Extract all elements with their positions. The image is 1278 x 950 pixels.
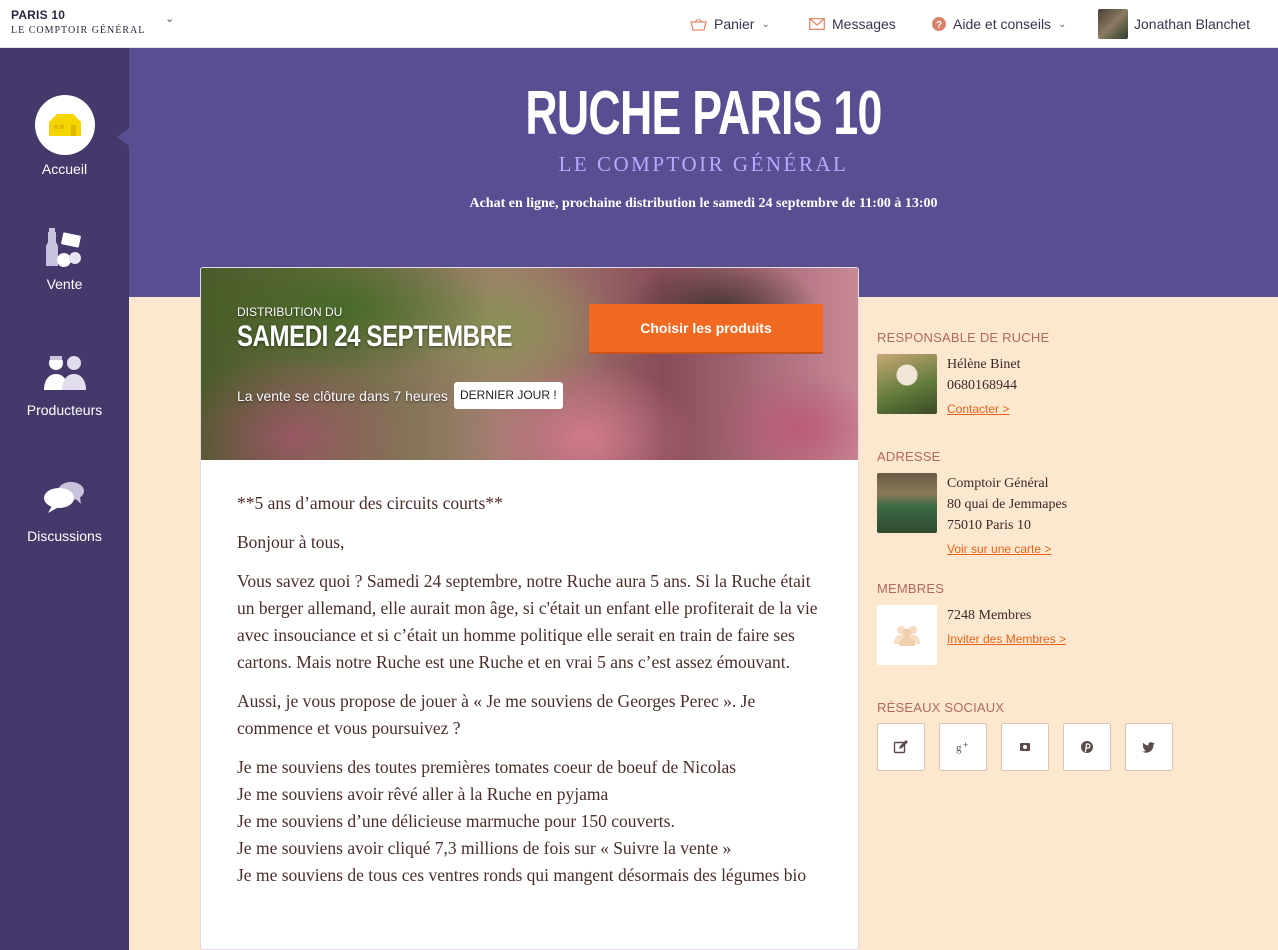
- help-icon: ?: [932, 17, 946, 31]
- memory-line: Je me souviens de tous ces ventres ronds…: [237, 865, 807, 885]
- avatar: [1098, 9, 1128, 39]
- user-name: Jonathan Blanchet: [1134, 16, 1250, 32]
- google-plus-icon[interactable]: g +: [939, 723, 987, 771]
- address-line: Comptoir Général: [947, 476, 1049, 491]
- vegetables-banner-image: DISTRIBUTION DU SAMEDI 24 SEPTEMBRE La v…: [201, 268, 858, 460]
- article-paragraph: **5 ans d’amour des circuits courts**: [237, 493, 503, 513]
- sale-icon: [0, 226, 129, 270]
- hive-subtitle: LE COMPTOIR GÉNÉRAL: [11, 25, 146, 36]
- svg-text:+: +: [963, 740, 968, 750]
- article-paragraph: Aussi, je vous propose de jouer à « Je m…: [237, 691, 756, 738]
- map-link[interactable]: Voir sur une carte >: [947, 539, 1051, 560]
- help-label: Aide et conseils: [953, 16, 1052, 32]
- hive-header: RUCHE PARIS 10 LE COMPTOIR GÉNÉRAL Achat…: [129, 48, 1278, 297]
- sidebar-item-accueil[interactable]: Accueil: [0, 95, 129, 177]
- pinterest-icon[interactable]: [1063, 723, 1111, 771]
- section-heading: MEMBRES: [877, 581, 945, 596]
- sidebar-item-label: Discussions: [27, 528, 102, 544]
- home-icon: [34, 95, 95, 155]
- memory-line: Je me souviens avoir cliqué 7,3 millions…: [237, 838, 732, 858]
- venue-photo: [877, 473, 937, 533]
- article-paragraph: Bonjour à tous,: [237, 532, 345, 552]
- discussions-icon: [0, 478, 129, 522]
- members-section: MEMBRES 7248 Membres Inviter des Membres…: [877, 581, 1207, 665]
- choose-products-button[interactable]: Choisir les produits: [589, 304, 823, 352]
- last-day-badge: DERNIER JOUR !: [454, 382, 563, 409]
- chevron-down-icon: ⌄: [1058, 18, 1067, 30]
- messages-link[interactable]: Messages: [809, 0, 896, 48]
- distribution-info: Achat en ligne, prochaine distribution l…: [469, 196, 938, 211]
- memory-line: Je me souviens des toutes premières toma…: [237, 757, 737, 777]
- memories-list: Je me souviens des toutes premières toma…: [237, 754, 822, 889]
- manager-phone: 0680168944: [947, 378, 1017, 393]
- memory-line: Je me souviens d’une délicieuse marmuche…: [237, 811, 675, 831]
- sidebar-item-discussions[interactable]: Discussions: [0, 478, 129, 544]
- envelope-icon: [809, 18, 825, 30]
- closing-text: La vente se clôture dans 7 heures: [237, 388, 448, 404]
- address-line: 75010 Paris 10: [947, 518, 1031, 533]
- chevron-down-icon: ⌄: [761, 18, 770, 30]
- producers-icon: [0, 352, 129, 396]
- banner-shade: [201, 268, 858, 460]
- svg-text:g: g: [956, 742, 962, 754]
- distribution-label: DISTRIBUTION DU: [237, 305, 343, 319]
- sidebar-item-vente[interactable]: Vente: [0, 226, 129, 292]
- hive-switcher[interactable]: PARIS 10 LE COMPTOIR GÉNÉRAL: [11, 8, 145, 36]
- chevron-down-icon[interactable]: ⌄: [165, 12, 174, 25]
- messages-label: Messages: [832, 16, 896, 32]
- svg-text:?: ?: [936, 20, 942, 31]
- sidebar-item-producteurs[interactable]: Producteurs: [0, 352, 129, 418]
- address-section: ADRESSE Comptoir Général 80 quai de Jemm…: [877, 449, 1207, 560]
- hive-info-panel: RESPONSABLE DE RUCHE Hélène Binet 068016…: [877, 330, 1207, 771]
- user-menu[interactable]: Jonathan Blanchet: [1098, 0, 1250, 48]
- help-menu[interactable]: ? Aide et conseils ⌄: [932, 0, 1066, 48]
- memory-line: Je me souviens avoir rêvé aller à la Ruc…: [237, 784, 609, 804]
- cart-menu[interactable]: Panier ⌄: [690, 0, 770, 48]
- distribution-date: SAMEDI 24 SEPTEMBRE: [237, 320, 513, 353]
- sidebar-item-label: Accueil: [41, 161, 88, 177]
- manager-name: Hélène Binet: [947, 357, 1021, 372]
- manager-photo: [877, 354, 937, 414]
- address-line: 80 quai de Jemmapes: [947, 497, 1068, 512]
- section-heading: RESPONSABLE DE RUCHE: [877, 330, 1050, 345]
- hive-name: PARIS 10: [11, 8, 66, 22]
- cart-label: Panier: [714, 16, 755, 32]
- members-count: 7248 Membres: [947, 608, 1032, 623]
- twitter-icon[interactable]: [1125, 723, 1173, 771]
- article-paragraph: Vous savez quoi ? Samedi 24 septembre, n…: [237, 571, 818, 672]
- sidebar-item-label: Vente: [46, 276, 83, 292]
- article-body: **5 ans d’amour des circuits courts** Bo…: [201, 460, 858, 889]
- section-heading: ADRESSE: [877, 449, 941, 464]
- manager-section: RESPONSABLE DE RUCHE Hélène Binet 068016…: [877, 330, 1207, 420]
- page-subtitle: LE COMPTOIR GÉNÉRAL: [558, 152, 849, 176]
- basket-icon: [690, 18, 707, 31]
- blog-icon[interactable]: [877, 723, 925, 771]
- section-heading: RÉSEAUX SOCIAUX: [877, 700, 1005, 715]
- instagram-icon[interactable]: [1001, 723, 1049, 771]
- social-section: RÉSEAUX SOCIAUX g +: [877, 700, 1207, 771]
- distribution-card: DISTRIBUTION DU SAMEDI 24 SEPTEMBRE La v…: [200, 267, 859, 950]
- sidebar: Accueil Vente Producteurs Discussions: [0, 48, 129, 950]
- top-bar: PARIS 10 LE COMPTOIR GÉNÉRAL ⌄ Panier ⌄ …: [0, 0, 1278, 48]
- sidebar-item-label: Producteurs: [26, 402, 103, 418]
- page-title: RUCHE PARIS 10: [525, 79, 882, 148]
- members-icon: [877, 605, 937, 665]
- contact-link[interactable]: Contacter >: [947, 399, 1009, 420]
- invite-members-link[interactable]: Inviter des Membres >: [947, 629, 1066, 650]
